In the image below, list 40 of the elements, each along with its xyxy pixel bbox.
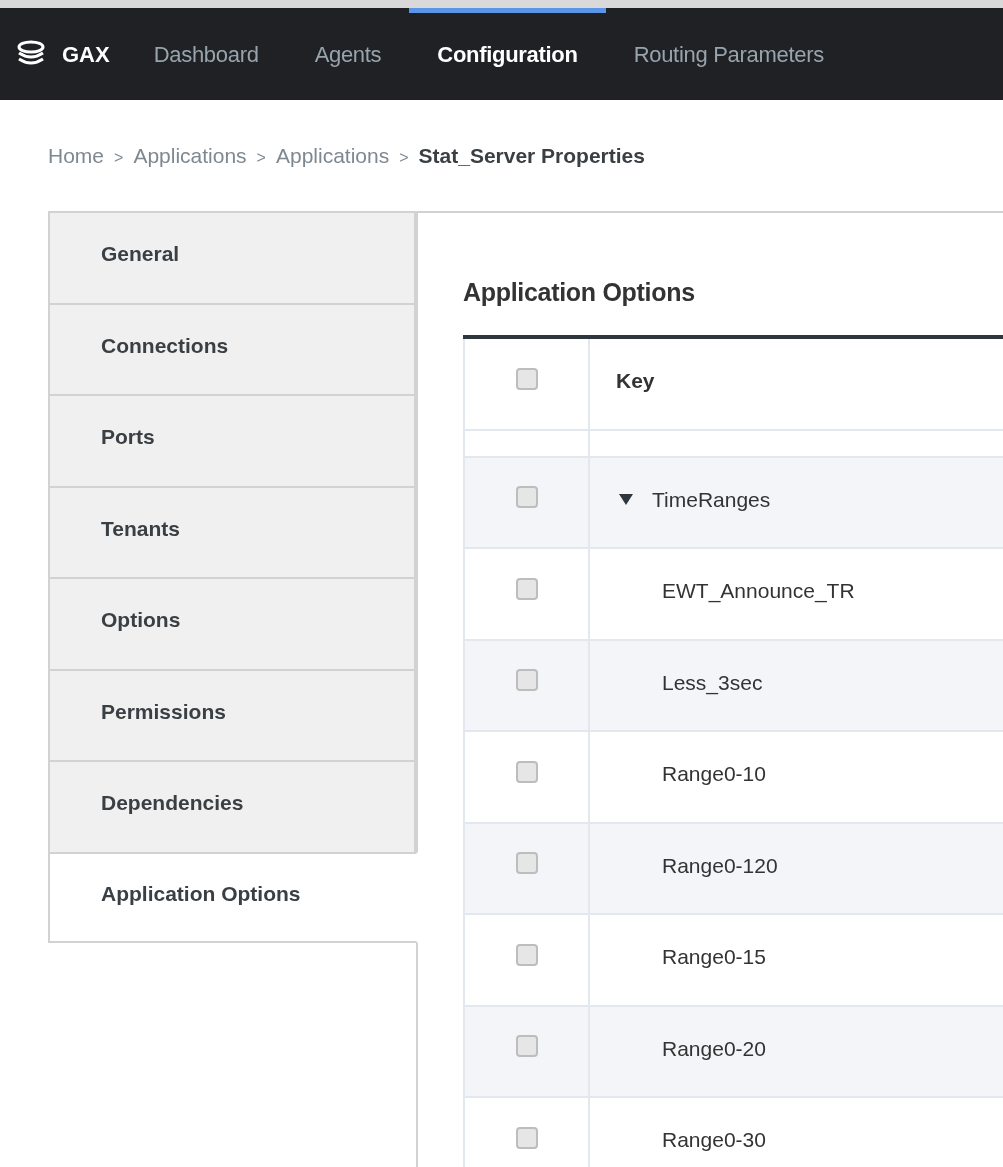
breadcrumb-link[interactable]: Applications xyxy=(275,140,390,172)
breadcrumb-current: Stat_Server Properties xyxy=(418,143,645,169)
breadcrumb-link[interactable]: Home xyxy=(48,140,105,172)
section-title: Application Options xyxy=(463,277,696,307)
option-key: EWT_Announce_TR xyxy=(662,575,855,607)
sidebar-tab[interactable]: Permissions xyxy=(48,668,416,760)
sidebar-tab[interactable]: General xyxy=(48,211,416,303)
row-checkbox[interactable] xyxy=(515,1035,538,1058)
option-key: Less_3sec xyxy=(662,666,763,698)
breadcrumb-separator: > xyxy=(114,148,124,168)
option-key: Range0-15 xyxy=(662,941,766,973)
sidebar-tab[interactable]: Dependencies xyxy=(48,760,416,852)
row-checkbox[interactable] xyxy=(515,669,538,692)
row-checkbox[interactable] xyxy=(515,760,538,783)
breadcrumb-link[interactable]: Applications xyxy=(133,140,247,172)
brand-name: GAX xyxy=(62,40,110,69)
sidebar-tab[interactable]: Application Options xyxy=(48,851,418,943)
breadcrumb-separator: > xyxy=(256,148,266,168)
option-key: Range0-10 xyxy=(662,758,766,790)
nav-tab[interactable]: Configuration xyxy=(409,8,606,100)
row-checkbox[interactable] xyxy=(515,852,538,875)
select-all-checkbox[interactable] xyxy=(515,367,538,390)
breadcrumb-separator: > xyxy=(399,148,409,168)
option-key: Range0-20 xyxy=(662,1032,766,1064)
column-header: Key xyxy=(615,368,656,394)
row-checkbox[interactable] xyxy=(515,577,538,600)
sidebar-tab[interactable]: Connections xyxy=(48,302,416,394)
row-checkbox[interactable] xyxy=(515,486,538,509)
option-key: Range0-120 xyxy=(662,849,778,881)
sidebar-tab[interactable]: Tenants xyxy=(48,485,416,577)
option-key: Range0-30 xyxy=(662,1124,766,1156)
option-key: TimeRanges xyxy=(652,483,771,515)
row-checkbox[interactable] xyxy=(515,943,538,966)
row-checkbox[interactable] xyxy=(515,1126,538,1149)
sidebar-tab[interactable]: Options xyxy=(48,577,416,669)
sidebar-tab[interactable]: Ports xyxy=(48,394,416,486)
nav-tab[interactable]: Routing Parameters xyxy=(605,8,852,100)
nav-tab[interactable]: Agents xyxy=(286,8,410,100)
nav-tab[interactable]: Dashboard xyxy=(125,8,287,100)
caret-icon[interactable] xyxy=(618,492,634,507)
